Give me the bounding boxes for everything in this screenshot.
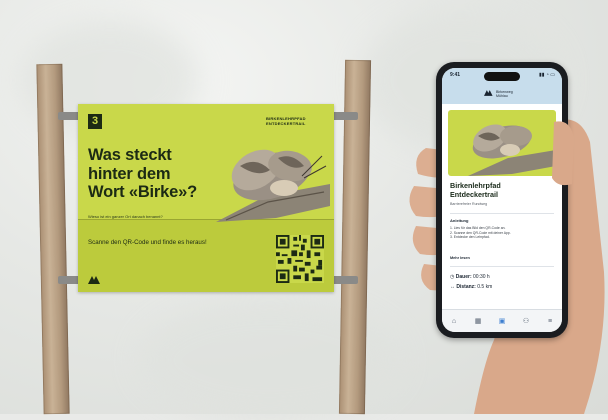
distance-label: Distanz: [456, 284, 476, 290]
thumb [552, 121, 574, 186]
divider [450, 213, 554, 214]
station-number-badge: 3 [88, 114, 102, 129]
app-logo-text: Birkenweg Mühlau [496, 90, 513, 98]
sign-corner-label: BIRKENLEHRPFAD ENTDECKERTRAIL [266, 116, 306, 126]
moth-illustration [216, 149, 330, 222]
divider [450, 266, 554, 267]
smartphone: 9:41 ▮▮ ◔ ▭ Birkenweg Mühlau Birkenlehrp… [436, 62, 568, 338]
map-icon[interactable]: ▣ [496, 315, 508, 327]
distance-icon: ↔ [450, 284, 455, 290]
moth-thumbnail [468, 124, 556, 176]
page-subtitle: Barrierefreier Rundweg [450, 202, 488, 206]
duration-label: Dauer: [455, 274, 472, 280]
clock-icon: ◷ [450, 274, 455, 280]
distance-row: ↔ Distanz: 0.5 km [450, 284, 492, 290]
calendar-icon[interactable]: ▦ [472, 315, 484, 327]
qr-code[interactable] [276, 235, 324, 283]
duration-row: ◷ Dauer: 00:30 h [450, 274, 490, 280]
trail-sign: 3 BIRKENLEHRPFAD ENTDECKERTRAIL Was stec… [78, 104, 334, 292]
read-more-link[interactable]: Mehr lesen [450, 256, 470, 260]
section-body: 1. Lies für das Bild den QR-Code an. 2. … [450, 226, 511, 240]
status-time: 9:41 [450, 72, 461, 78]
menu-icon[interactable]: ≡ [544, 315, 556, 327]
app-header: 9:41 ▮▮ ◔ ▭ Birkenweg Mühlau [442, 68, 562, 104]
distance-value: 0.5 km [477, 284, 493, 290]
section-heading: Anleitung [450, 218, 469, 223]
tab-bar: ⌂ ▦ ▣ ⚇ ≡ [442, 309, 562, 332]
duration-value: 00:30 h [473, 274, 490, 280]
dynamic-island [484, 72, 520, 81]
page-title: Birkenlehrpfad Entdeckertrail [450, 181, 501, 199]
sign-subline: Wieso ist ein ganzer Ort danach benannt? [88, 214, 163, 219]
phone-screen: 9:41 ▮▮ ◔ ▭ Birkenweg Mühlau Birkenlehrp… [442, 68, 562, 332]
app-logo-icon [484, 90, 493, 96]
people-icon[interactable]: ⚇ [520, 315, 532, 327]
sign-call-to-action: Scanne den QR-Code und finde es heraus! [88, 239, 207, 246]
home-icon[interactable]: ⌂ [448, 315, 460, 327]
trail-logo [88, 276, 100, 284]
hero-image [448, 110, 556, 176]
status-icons: ▮▮ ◔ ▭ [538, 72, 555, 78]
